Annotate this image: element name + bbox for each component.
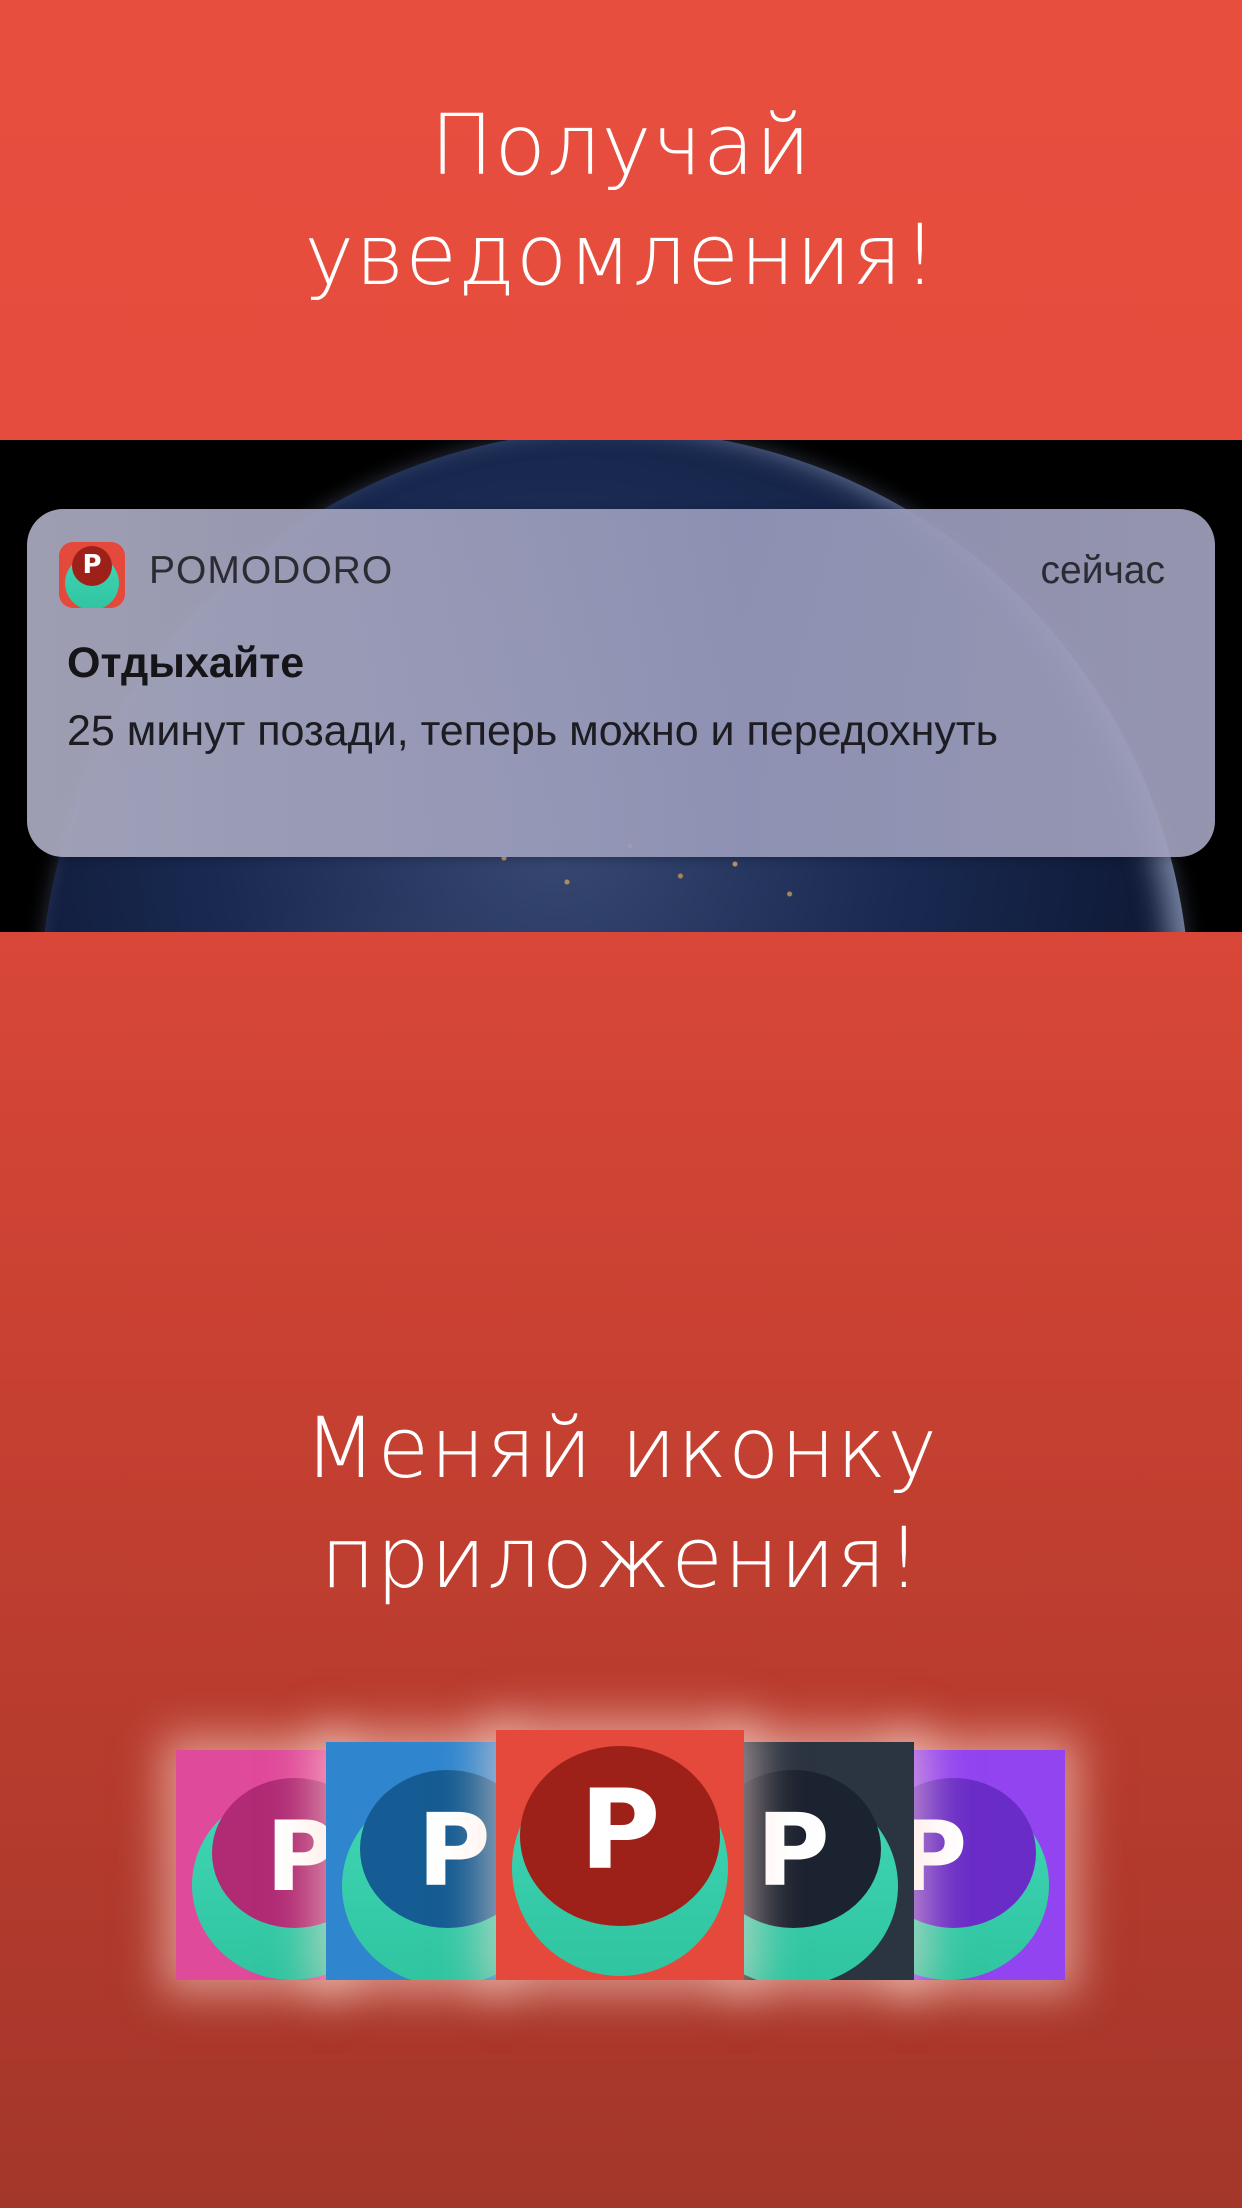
app-icon-pink[interactable]: P [176,1750,336,1980]
icon-letter: P [756,1792,830,1909]
notification-body: 25 минут позади, теперь можно и передохн… [67,707,998,755]
notification-app-name: POMODORO [149,549,394,592]
app-icon-dark[interactable]: P [742,1742,914,1980]
notification-title: Отдыхайте [67,639,305,687]
notification-time: сейчас [1040,549,1165,592]
icon-letter: P [417,1792,491,1909]
headline-line: Меняй иконку [304,1399,938,1497]
headline-line: уведомления! [304,206,938,304]
notification-banner[interactable]: P POMODORO сейчас Отдыхайте 25 минут поз… [27,509,1215,857]
icon-letter: P [265,1801,336,1913]
app-icon-variants: P P P P P [0,1720,1242,1980]
icon-letter: P [579,1766,661,1894]
app-icon-blue[interactable]: P [326,1742,498,1980]
icon-letter: P [82,550,102,580]
app-icon-red[interactable]: P [496,1730,744,1980]
headline-line: приложения! [320,1509,922,1607]
headline-notifications: Получай уведомления! [0,90,1242,310]
headline-change-icon: Меняй иконку приложения! [0,1393,1242,1613]
icon-letter: P [905,1801,968,1913]
headline-line: Получай [430,96,812,194]
pomodoro-app-icon: P [59,542,125,608]
app-icon-purple[interactable]: P [905,1750,1065,1980]
